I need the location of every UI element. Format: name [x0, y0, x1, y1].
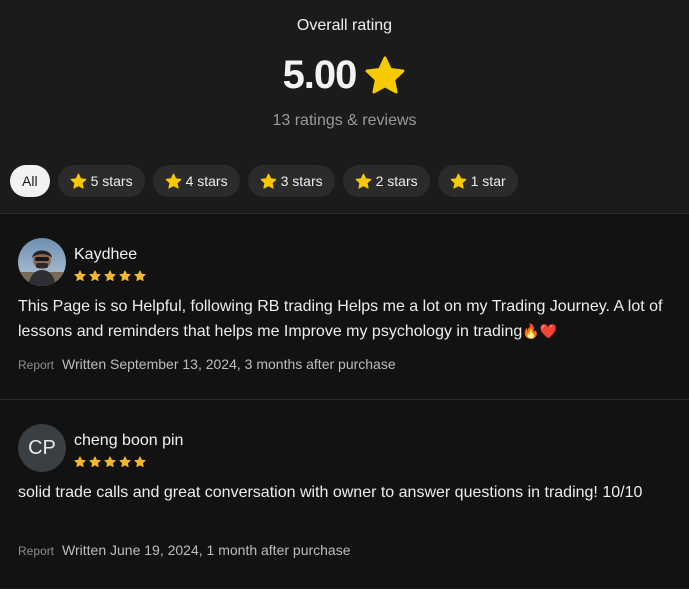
review-meta: Report Written June 19, 2024, 1 month af… — [18, 542, 351, 558]
filter-3-stars[interactable]: 3 stars — [247, 165, 335, 197]
filter-2-stars[interactable]: 2 stars — [342, 165, 430, 197]
star-icon — [165, 173, 181, 189]
star-icon — [365, 55, 405, 94]
star-icon — [119, 456, 131, 468]
review-item: CP cheng boon pin solid trade calls and … — [0, 399, 689, 589]
filter-4-stars[interactable]: 4 stars — [152, 165, 240, 197]
star-icon — [355, 173, 371, 189]
star-icon — [134, 456, 146, 468]
star-icon — [74, 270, 86, 282]
filter-label: 2 stars — [375, 173, 418, 189]
review-date: Written June 19, 2024, 1 month after pur… — [62, 542, 351, 558]
review-text: solid trade calls and great conversation… — [18, 484, 643, 501]
reviews-list: Kaydhee This Page is so Helpful, followi… — [0, 213, 689, 588]
filter-label: 5 stars — [90, 173, 133, 189]
overall-rating-title: Overall rating — [296, 17, 393, 34]
ratings-count: 13 ratings & reviews — [272, 112, 417, 129]
star-icon — [104, 270, 116, 282]
filter-label: 1 star — [470, 173, 506, 189]
review-item: Kaydhee This Page is so Helpful, followi… — [0, 214, 689, 399]
review-meta: Report Written September 13, 2024, 3 mon… — [18, 356, 396, 372]
star-icon — [89, 270, 101, 282]
reviewer-name: Kaydhee — [74, 246, 138, 263]
review-emojis: 🔥❤️ — [522, 323, 558, 339]
reviewer-name: cheng boon pin — [74, 432, 184, 449]
star-icon — [134, 270, 146, 282]
review-date: Written September 13, 2024, 3 months aft… — [62, 356, 396, 372]
avatar — [18, 238, 66, 286]
review-text: This Page is so Helpful, following RB tr… — [18, 295, 668, 344]
review-stars — [74, 456, 146, 468]
filter-1-star[interactable]: 1 star — [437, 165, 518, 197]
report-link[interactable]: Report — [18, 544, 54, 558]
average-score: 5.00 — [282, 53, 358, 97]
filter-5-stars[interactable]: 5 stars — [57, 165, 145, 197]
star-icon — [74, 456, 86, 468]
filter-all[interactable]: All — [10, 165, 50, 197]
star-icon — [70, 173, 86, 189]
filter-label: All — [22, 173, 38, 189]
filter-label: 4 stars — [185, 173, 228, 189]
star-icon — [104, 456, 116, 468]
rating-filters: All 5 stars 4 stars 3 stars 2 stars 1 st… — [10, 165, 518, 197]
avatar: CP — [18, 424, 66, 472]
star-icon — [450, 173, 466, 189]
star-icon — [119, 270, 131, 282]
user-photo-avatar — [18, 238, 66, 286]
score-row: 5.00 — [0, 53, 689, 98]
filter-label: 3 stars — [280, 173, 323, 189]
review-stars — [74, 270, 146, 282]
star-icon — [89, 456, 101, 468]
star-icon — [260, 173, 276, 189]
report-link[interactable]: Report — [18, 358, 54, 372]
review-text-content: This Page is so Helpful, following RB tr… — [18, 298, 663, 340]
